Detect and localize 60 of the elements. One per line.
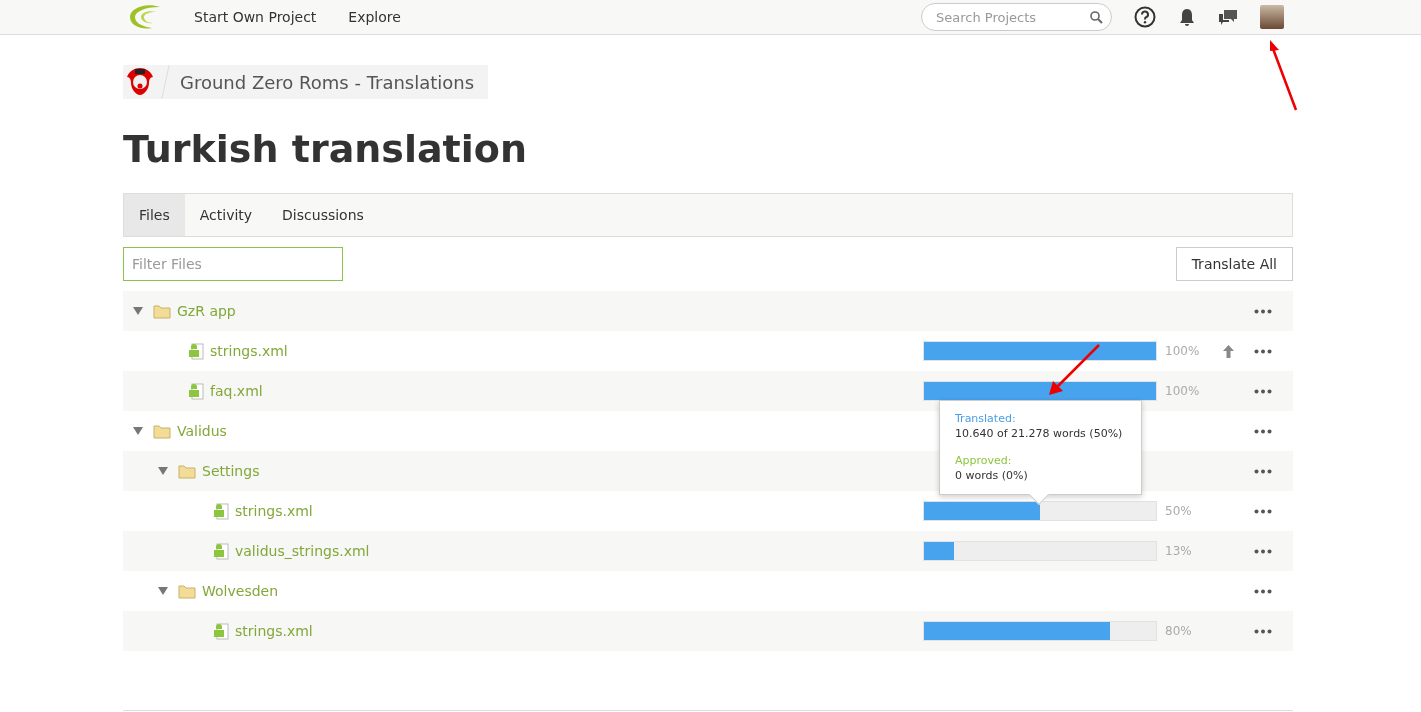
more-icon[interactable] [1254,468,1272,474]
android-file-icon [213,622,229,640]
caret-icon[interactable] [158,467,168,475]
tab[interactable]: Files [124,194,185,236]
search-box[interactable]: Search Projects [921,3,1112,31]
tooltip-label: Translated: [955,412,1017,425]
caret-icon[interactable] [133,427,143,435]
more-icon[interactable] [1254,388,1272,394]
file-name[interactable]: strings.xml [235,503,313,519]
search-icon[interactable] [1090,10,1103,24]
upload-arrow-icon[interactable] [1222,344,1234,358]
progress-percent: 80% [1164,624,1193,638]
android-file-icon [188,342,204,360]
more-icon[interactable] [1254,428,1272,434]
folder-row[interactable]: GzR app [123,291,1293,331]
progress-percent: 13% [1164,544,1193,558]
annotation-arrow-drawing [1046,342,1102,398]
folder-icon [153,423,171,439]
more-icon[interactable] [1254,308,1272,314]
bell-icon[interactable] [1178,7,1196,27]
caret-icon[interactable] [158,587,168,595]
android-file-icon [213,542,229,560]
progress-percent: 100% [1164,384,1201,398]
folder-icon [178,583,196,599]
folder-name[interactable]: GzR app [177,303,236,319]
more-icon[interactable] [1254,348,1272,354]
file-row[interactable]: strings.xml 80% [123,611,1293,651]
file-row[interactable]: faq.xml 100% [123,371,1293,411]
file-row[interactable]: validus_strings.xml 13% [123,531,1293,571]
more-icon[interactable] [1254,588,1272,594]
file-name[interactable]: faq.xml [210,383,263,399]
progress-percent: 50% [1164,504,1193,518]
file-name[interactable]: strings.xml [235,623,313,639]
caret-icon[interactable] [133,307,143,315]
progress-percent: 100% [1164,344,1201,358]
tab[interactable]: Activity [184,194,268,236]
help-icon[interactable] [1134,6,1156,28]
folder-icon [178,463,196,479]
tooltip-value: 10.640 of 21.278 words (50%) [955,427,1124,440]
android-file-icon [213,502,229,520]
nav-link[interactable]: Explore [348,9,401,25]
folder-name[interactable]: Wolvesden [202,583,279,599]
tab[interactable]: Discussions [267,194,379,236]
more-icon[interactable] [1254,508,1272,514]
translate-all-button[interactable]: Translate All [1175,247,1293,281]
page-title: Turkish translation [123,127,528,171]
more-icon[interactable] [1254,628,1272,634]
file-name[interactable]: strings.xml [210,343,288,359]
folder-name[interactable]: Validus [177,423,227,439]
filter-field[interactable]: Filter Files [123,247,343,281]
file-name[interactable]: validus_strings.xml [235,543,370,559]
nav-link[interactable]: Start Own Project [194,9,317,25]
more-icon[interactable] [1254,548,1272,554]
folder-name[interactable]: Settings [202,463,260,479]
folder-icon [153,303,171,319]
avatar-photo[interactable] [1260,5,1284,29]
chat-icon[interactable] [1218,8,1238,26]
tooltip-label: Approved: [955,454,1013,467]
tooltip-value: 0 words (0%) [955,469,1029,482]
android-file-icon [188,382,204,400]
